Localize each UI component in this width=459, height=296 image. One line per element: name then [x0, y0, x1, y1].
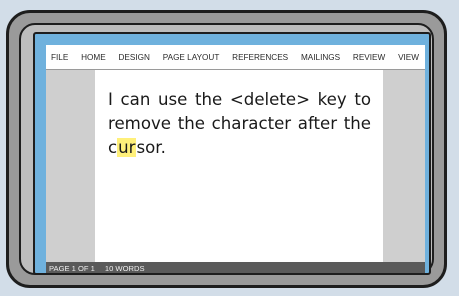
tab-file[interactable]: FILE — [51, 53, 68, 62]
tab-view[interactable]: VIEW — [398, 53, 419, 62]
word-processor-window: FILE HOME DESIGN PAGE LAYOUT REFERENCES … — [33, 32, 431, 275]
text-cursor-highlight: ur — [117, 138, 137, 157]
document-area: FILE HOME DESIGN PAGE LAYOUT REFERENCES … — [46, 45, 425, 273]
tab-design[interactable]: DESIGN — [119, 53, 150, 62]
tab-references[interactable]: REFERENCES — [232, 53, 288, 62]
status-page-count[interactable]: PAGE 1 OF 1 — [49, 264, 95, 273]
text-before-cursor: c — [108, 138, 118, 157]
status-bar: PAGE 1 OF 1 10 WORDS — [46, 262, 425, 273]
document-page[interactable]: I can use the <delete> key to remove the… — [95, 70, 383, 262]
document-line-1: I can use the <delete> key to — [108, 90, 371, 109]
tab-review[interactable]: REVIEW — [353, 53, 385, 62]
tab-page-layout[interactable]: PAGE LAYOUT — [163, 53, 220, 62]
document-line-3[interactable]: cursor. — [108, 136, 166, 160]
text-after-cursor: sor. — [136, 138, 166, 157]
tab-mailings[interactable]: MAILINGS — [301, 53, 340, 62]
tab-home[interactable]: HOME — [81, 53, 106, 62]
document-body[interactable]: I can use the <delete> key to remove the… — [108, 88, 371, 136]
ribbon-tabs: FILE HOME DESIGN PAGE LAYOUT REFERENCES … — [46, 45, 425, 69]
status-word-count[interactable]: 10 WORDS — [105, 264, 145, 273]
document-line-2: remove the character after the — [108, 114, 371, 133]
